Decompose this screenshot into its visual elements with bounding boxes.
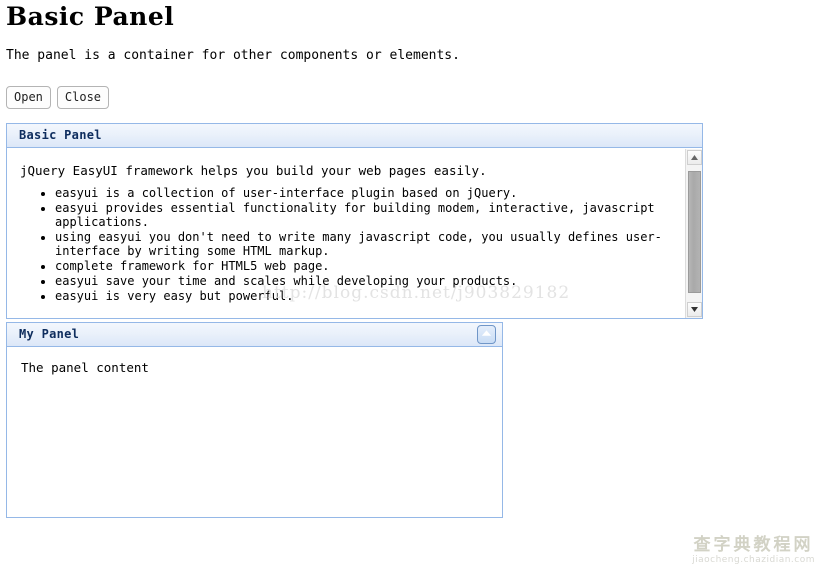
list-item: using easyui you don't need to write man… — [55, 230, 675, 258]
basic-panel-paragraph: jQuery EasyUI framework helps you build … — [20, 163, 487, 178]
list-item: easyui is a collection of user-interface… — [55, 186, 675, 200]
list-item: complete framework for HTML5 web page. — [55, 259, 675, 273]
close-button[interactable]: Close — [56, 86, 110, 109]
site-logo-en: jiaocheng.chazidian.com — [692, 555, 815, 565]
triangle-down-icon — [691, 307, 698, 312]
page-title: Basic Panel — [6, 2, 175, 31]
list-item: easyui provides essential functionality … — [55, 201, 675, 229]
button-row: Open Close — [6, 86, 110, 109]
feature-list: easyui is a collection of user-interface… — [17, 186, 675, 303]
vertical-scrollbar[interactable] — [685, 149, 702, 318]
my-panel-header: My Panel — [7, 323, 502, 347]
my-panel-body: The panel content — [7, 348, 502, 517]
collapse-up-icon[interactable] — [477, 325, 496, 344]
basic-panel-scroll-area: jQuery EasyUI framework helps you build … — [7, 149, 685, 318]
scroll-up-button[interactable] — [687, 150, 702, 165]
basic-panel: Basic Panel jQuery EasyUI framework help… — [6, 123, 703, 319]
list-item: easyui is very easy but powerful. — [55, 289, 675, 303]
my-panel-content: The panel content — [21, 360, 149, 375]
site-logo-watermark: 查字典教程网 jiaocheng.chazidian.com — [692, 537, 815, 565]
my-panel: My Panel The panel content — [6, 322, 503, 518]
triangle-up-icon — [691, 155, 698, 160]
scroll-down-button[interactable] — [687, 302, 702, 317]
basic-panel-body: jQuery EasyUI framework helps you build … — [7, 149, 702, 318]
basic-panel-header: Basic Panel — [7, 124, 702, 148]
open-button[interactable]: Open — [6, 86, 51, 109]
list-item: easyui save your time and scales while d… — [55, 274, 675, 288]
intro-text: The panel is a container for other compo… — [6, 48, 460, 63]
basic-panel-title: Basic Panel — [19, 128, 102, 142]
site-logo-cn: 查字典教程网 — [693, 535, 814, 555]
scrollbar-thumb[interactable] — [688, 171, 701, 293]
my-panel-title: My Panel — [19, 327, 80, 341]
